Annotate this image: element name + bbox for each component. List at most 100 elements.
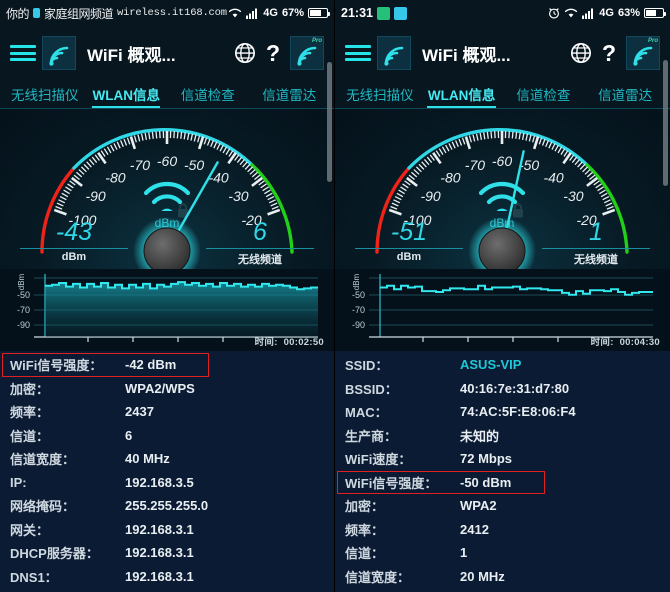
wifi-icon (143, 181, 191, 211)
gauge-tick (426, 156, 433, 163)
tab-channel-radar[interactable]: 信道雷达 (584, 84, 666, 108)
info-row-key: BSSID： (345, 381, 398, 397)
globe-icon[interactable] (570, 42, 592, 64)
gauge-tick (571, 156, 578, 163)
gauge-tick (400, 186, 407, 192)
gauge-tick (603, 199, 611, 204)
scrollbar-thumb[interactable] (327, 62, 332, 182)
gauge-tick (557, 146, 563, 154)
globe-icon[interactable] (234, 42, 256, 64)
gauge-tick (76, 171, 83, 178)
left-signal-history-chart: dBm -50 -70 -90 时间: 00:02:50 (0, 269, 334, 351)
gauge-tick-label: -100 (403, 212, 431, 228)
gauge-tick (391, 202, 399, 207)
gauge-tick (396, 192, 404, 198)
info-row: 网络掩码： 255.255.255.0 (0, 494, 334, 518)
gauge-tick (562, 151, 572, 165)
wifi-signal-logo-icon[interactable] (377, 36, 411, 70)
right-tab-bar: 无线扫描仪 WLAN信息 信道检查 信道雷达 (335, 80, 670, 108)
hamburger-icon[interactable] (345, 43, 371, 63)
tab-channel-check[interactable]: 信道检查 (503, 84, 585, 108)
gauge-tick (438, 148, 444, 155)
wifi-signal-logo-icon[interactable] (42, 36, 76, 70)
chart-elapsed-time: 时间: 00:02:50 (255, 334, 324, 348)
gauge-tick (388, 208, 402, 216)
gauge-tick (222, 146, 228, 154)
gauge-tick (97, 151, 107, 165)
help-button[interactable]: ? (598, 41, 620, 65)
gauge-tick (532, 136, 540, 150)
tab-wireless-scanner[interactable]: 无线扫描仪 (4, 84, 86, 108)
info-row-value: WPA2/WPS (125, 380, 195, 396)
gauge-tick (599, 189, 606, 195)
gauge-tick (511, 131, 514, 139)
gauge-tick (525, 133, 529, 141)
info-row-value: 72 Mbps (460, 451, 513, 467)
hamburger-icon[interactable] (10, 43, 36, 63)
gauge-tick (236, 156, 243, 163)
gauge-tick (119, 140, 124, 148)
gauge-tick (602, 195, 610, 201)
status-channel: 家庭组网频道 (44, 6, 114, 21)
gauge-tick (268, 199, 276, 204)
wifi-pro-icon[interactable]: Pro (290, 36, 324, 70)
wifi-pro-icon[interactable]: Pro (626, 36, 660, 70)
info-row: DHCP服务器： 192.168.3.1 (0, 541, 334, 565)
info-row: IP:192.168.1.114 (335, 588, 670, 592)
gauge-tick-label: -60 (492, 153, 512, 169)
gauge-tick (265, 192, 273, 198)
info-row: WiFi信号强度： -42 dBm (0, 353, 334, 377)
gauge-tick (103, 148, 109, 155)
cellular-signal-icon (246, 8, 258, 19)
gauge-tick (155, 131, 158, 139)
gauge-tick (597, 186, 604, 192)
gauge-tick (486, 131, 489, 139)
info-row: 频率： 2412 (335, 518, 670, 542)
gauge-tick (244, 163, 251, 170)
tab-channel-check[interactable]: 信道检查 (167, 84, 249, 108)
tab-wlan-info[interactable]: WLAN信息 (86, 84, 168, 108)
gauge-tick (140, 133, 144, 141)
gauge-tick-label: -100 (68, 212, 96, 228)
gauge-tick (267, 208, 281, 216)
gauge-tick (133, 135, 137, 143)
info-row-value: ASUS-VIP (460, 357, 522, 373)
page-title: WiFi 概观... (422, 45, 511, 65)
gauge-tick (483, 132, 486, 140)
info-row-key: MAC： (345, 405, 388, 421)
tab-wireless-scanner[interactable]: 无线扫描仪 (339, 84, 421, 108)
info-row-value: 192.168.3.1 (125, 545, 194, 561)
tab-wlan-info[interactable]: WLAN信息 (421, 84, 503, 108)
gauge-tick (545, 140, 550, 148)
info-row: 信道宽度： 20 MHz (335, 565, 670, 589)
gauge-tick (479, 132, 483, 141)
gauge-tick-label: -70 (465, 157, 485, 173)
gauge-tick (71, 176, 83, 187)
lock-icon (513, 203, 523, 218)
gauge-tick (468, 135, 472, 143)
info-row-key: SSID： (345, 358, 389, 374)
status-network-type: 4G (599, 7, 614, 19)
scrollbar-thumb[interactable] (663, 60, 668, 186)
info-row-value: 20 MHz (460, 568, 505, 584)
tab-channel-radar[interactable]: 信道雷达 (249, 84, 331, 108)
info-row-key: 生产商： (345, 428, 398, 444)
gauge-tick (421, 161, 427, 168)
gauge-tick (595, 183, 602, 189)
chart-y-tick: -90 (352, 320, 365, 330)
info-row: 频率： 2437 (0, 400, 334, 424)
gauge-tick (521, 132, 525, 141)
dual-screenshot-container: 你的 家庭组网频道 wireless.it168.com 4G 67% WiFi… (0, 0, 670, 592)
chart-y-tick: -70 (352, 305, 365, 315)
info-row-value: 6 (125, 427, 133, 443)
help-button[interactable]: ? (262, 41, 284, 65)
gauge-tick-label: -60 (157, 153, 177, 169)
gauge-tick (551, 143, 556, 150)
info-row: DNS1： 192.168.3.1 (0, 565, 334, 589)
gauge-tick (441, 146, 447, 154)
gauge-tick (219, 144, 224, 152)
gauge-tick (461, 137, 466, 145)
gauge-tick (394, 195, 402, 201)
info-row: 加密： WPA2 (335, 494, 670, 518)
info-row-key: 信道： (10, 428, 50, 444)
